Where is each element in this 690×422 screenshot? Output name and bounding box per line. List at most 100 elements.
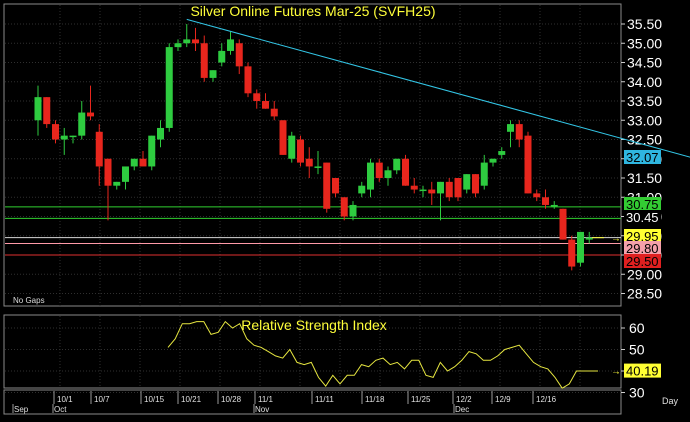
- period-label: Day: [662, 396, 679, 406]
- indicator-title: Relative Strength Index: [241, 317, 387, 333]
- up-candle: [34, 97, 42, 121]
- down-candle: [95, 131, 103, 167]
- down-candle: [542, 197, 549, 205]
- rsi-arrow-icon: →: [611, 367, 621, 378]
- down-candle: [192, 39, 199, 44]
- rsi-tick-label: 60: [629, 320, 645, 336]
- month-label: Sep: [14, 405, 29, 414]
- up-candle: [113, 181, 121, 186]
- month-label: Oct: [54, 405, 67, 414]
- up-candle: [498, 151, 506, 155]
- down-candle: [253, 93, 261, 101]
- down-candle: [533, 193, 541, 198]
- up-candle: [393, 158, 401, 171]
- down-candle: [305, 158, 313, 167]
- up-candle: [480, 162, 488, 186]
- down-candle: [332, 178, 339, 194]
- down-candle: [402, 158, 409, 186]
- price-tick-label: 34.00: [627, 74, 662, 90]
- date-label: 11/11: [315, 395, 334, 404]
- down-candle: [235, 43, 243, 67]
- down-candle: [340, 197, 348, 217]
- price-tick-label: 33.00: [627, 112, 662, 128]
- down-candle: [104, 158, 112, 186]
- down-candle: [375, 162, 383, 178]
- chart-title: Silver Online Futures Mar-25 (SVFH25): [190, 3, 435, 19]
- rsi-label-text: 40.19: [626, 364, 659, 379]
- up-candle: [585, 237, 593, 240]
- down-candle: [472, 174, 479, 194]
- down-candle: [323, 162, 331, 209]
- price-tick-label: 35.50: [627, 16, 662, 32]
- up-candle: [384, 170, 392, 178]
- price-tick-label: 31.50: [627, 170, 662, 186]
- down-candle: [270, 108, 278, 117]
- down-candle: [454, 178, 462, 198]
- date-label: 12/16: [536, 395, 557, 404]
- down-candle: [87, 112, 94, 117]
- up-candle: [165, 47, 173, 128]
- up-candle: [78, 112, 86, 136]
- up-candle: [227, 39, 234, 51]
- down-candle: [568, 239, 576, 267]
- price-tick-label: 33.50: [627, 93, 662, 109]
- date-label: 10/21: [181, 395, 202, 404]
- date-label: 12/2: [456, 395, 472, 404]
- date-label: 10/1: [57, 395, 73, 404]
- rsi-tick-label: 50: [629, 342, 645, 358]
- up-candle: [183, 39, 191, 44]
- up-candle: [577, 231, 584, 263]
- gaps-label: No Gaps: [13, 296, 45, 305]
- up-candle: [489, 158, 497, 163]
- up-candle: [122, 166, 129, 182]
- price-label-text: 29.50: [626, 254, 659, 269]
- up-candle: [69, 135, 77, 138]
- down-candle: [559, 208, 567, 240]
- down-candle: [43, 97, 51, 125]
- down-candle: [139, 158, 147, 167]
- up-candle: [314, 166, 322, 168]
- down-candle: [428, 189, 436, 194]
- up-candle: [288, 135, 296, 159]
- month-label: Dec: [455, 405, 469, 414]
- up-candle: [218, 50, 226, 63]
- rsi-tick-label: 30: [629, 385, 645, 401]
- up-candle: [419, 189, 427, 192]
- date-label: 10/28: [221, 395, 242, 404]
- month-label: Nov: [255, 405, 269, 414]
- date-label: 10/7: [94, 395, 110, 404]
- down-candle: [515, 124, 523, 140]
- date-label: 11/25: [411, 395, 431, 404]
- up-candle: [157, 127, 164, 140]
- up-candle: [507, 124, 514, 132]
- down-candle: [262, 101, 269, 109]
- down-candle: [297, 139, 304, 163]
- price-tick-label: 28.50: [627, 286, 662, 302]
- up-candle: [148, 135, 156, 167]
- down-candle: [524, 135, 532, 194]
- last-price-arrow-icon: →: [611, 234, 621, 245]
- price-label-text: 32.07: [626, 150, 659, 165]
- up-candle: [437, 181, 444, 194]
- date-label: 12/9: [495, 395, 511, 404]
- date-label: 11/1: [258, 395, 274, 404]
- chart-canvas[interactable]: 35.5035.0034.5034.0033.5033.0032.5032.00…: [0, 0, 690, 417]
- chart-window: 35.5035.0034.5034.0033.5033.0032.5032.00…: [0, 0, 690, 417]
- down-candle: [244, 66, 252, 94]
- date-label: 11/18: [365, 395, 385, 404]
- up-candle: [550, 204, 558, 207]
- down-candle: [200, 43, 208, 78]
- up-candle: [367, 162, 374, 190]
- down-candle: [410, 185, 418, 190]
- down-candle: [445, 181, 453, 198]
- up-candle: [349, 204, 357, 217]
- price-label-text: 30.45: [626, 210, 659, 225]
- up-candle: [60, 135, 68, 140]
- price-tick-label: 34.50: [627, 55, 662, 71]
- down-candle: [279, 120, 287, 155]
- up-candle: [463, 174, 471, 190]
- up-candle: [130, 158, 138, 167]
- down-candle: [52, 124, 59, 140]
- up-candle: [209, 70, 217, 78]
- date-label: 10/15: [144, 395, 165, 404]
